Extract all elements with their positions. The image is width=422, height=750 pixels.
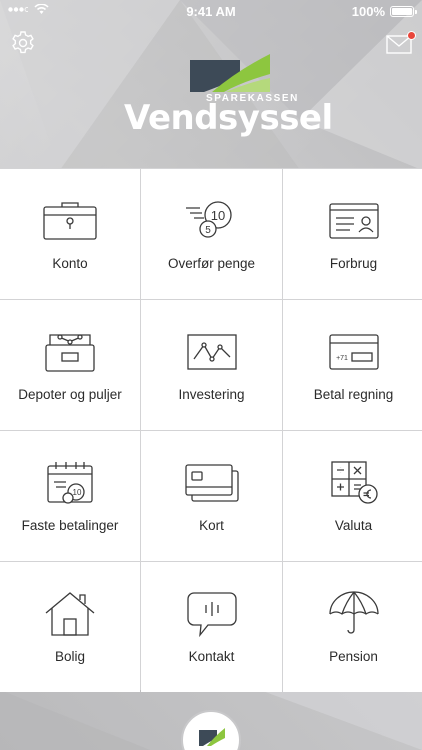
tile-betal-regning[interactable]: +71 Betal regning xyxy=(283,300,422,430)
drawer-box-icon xyxy=(45,334,95,372)
coins-transfer-icon: 10 5 xyxy=(185,201,232,238)
tile-label: Pension xyxy=(329,649,378,664)
line-chart-icon xyxy=(186,334,237,370)
tile-kontakt[interactable]: Kontakt xyxy=(141,562,282,692)
bill-icon: +71 xyxy=(328,334,379,370)
settings-gear-icon[interactable] xyxy=(10,30,36,56)
brand-logo-small-icon xyxy=(199,728,225,746)
tile-label: Betal regning xyxy=(313,387,394,402)
tile-label: Valuta xyxy=(334,518,373,533)
tile-label: Kort xyxy=(199,518,224,533)
tile-overfor-penge[interactable]: 10 5 Overfør penge xyxy=(141,169,282,299)
tile-label: Forbrug xyxy=(329,256,378,271)
cards-icon xyxy=(184,464,239,502)
tile-valuta[interactable]: Valuta xyxy=(283,431,422,561)
menu-grid: Konto 10 5 Overfør penge Forbrug Depoter… xyxy=(0,168,422,692)
tile-label: Faste betalinger xyxy=(21,518,119,533)
id-card-icon xyxy=(328,203,379,239)
bill-code-label: +71 xyxy=(336,355,348,362)
status-bar: 9:41 AM 100% xyxy=(0,0,422,24)
coin-small-label: 5 xyxy=(205,225,211,236)
house-icon xyxy=(45,592,95,636)
briefcase-icon xyxy=(43,202,97,240)
calculator-euro-icon xyxy=(330,461,378,504)
tile-label: Overfør penge xyxy=(167,256,256,271)
tile-kort[interactable]: Kort xyxy=(141,431,282,561)
tile-investering[interactable]: Investering xyxy=(141,300,282,430)
tile-pension[interactable]: Pension xyxy=(283,562,422,692)
tile-konto[interactable]: Konto xyxy=(0,169,140,299)
tile-label: Kontakt xyxy=(188,649,235,664)
brand-name: Vendsyssel xyxy=(124,98,333,138)
tile-faste-betalinger[interactable]: 10 Faste betalinger xyxy=(0,431,140,561)
mail-notification-badge xyxy=(407,31,416,40)
tile-label: Investering xyxy=(178,387,245,402)
battery-icon xyxy=(390,6,417,17)
tile-label: Konto xyxy=(52,256,88,271)
tile-depoter-og-puljer[interactable]: Depoter og puljer xyxy=(0,300,140,430)
umbrella-icon xyxy=(328,591,379,634)
calendar-coin-label: 10 xyxy=(73,488,82,497)
tile-label: Bolig xyxy=(54,649,86,664)
calendar-coin-icon: 10 xyxy=(47,462,93,504)
coin-big-label: 10 xyxy=(210,208,224,223)
tile-label: Depoter og puljer xyxy=(18,387,122,402)
chat-bubble-icon xyxy=(186,592,237,637)
tile-forbrug[interactable]: Forbrug xyxy=(283,169,422,299)
tile-bolig[interactable]: Bolig xyxy=(0,562,140,692)
battery-percent: 100% xyxy=(351,4,385,19)
